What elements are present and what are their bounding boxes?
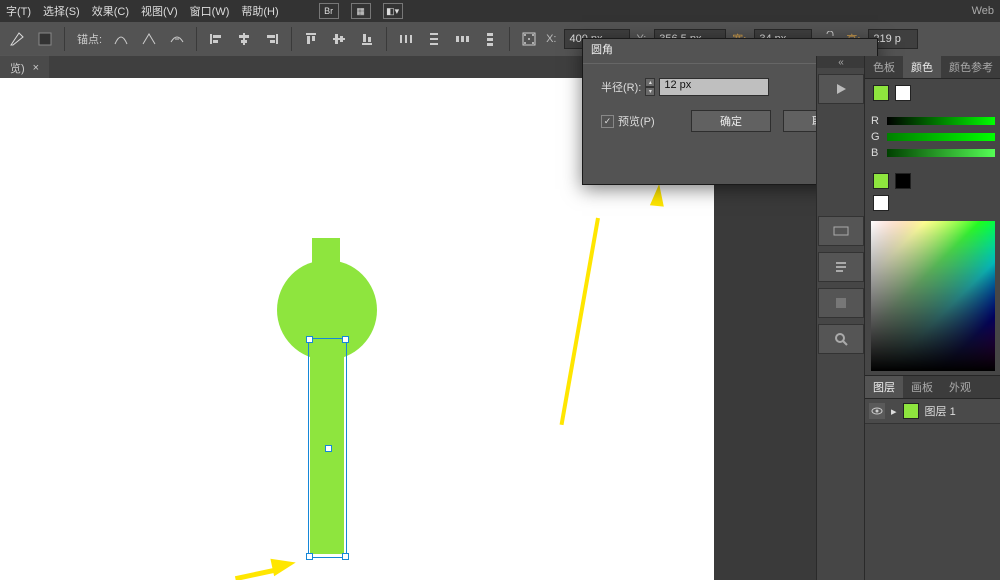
distribute-spacing-v-icon[interactable] xyxy=(479,28,501,50)
layer-row[interactable]: ▸ 图层 1 xyxy=(865,399,1000,424)
tab-title: 览) xyxy=(10,60,25,76)
dock-brush-panel-icon[interactable] xyxy=(818,216,864,246)
distribute-v-icon[interactable] xyxy=(423,28,445,50)
workspace-switcher[interactable]: Web xyxy=(972,5,994,17)
align-hcenter-icon[interactable] xyxy=(233,28,255,50)
x-label: X: xyxy=(546,33,556,45)
selection-bounds[interactable] xyxy=(308,338,347,558)
tab-layers[interactable]: 图层 xyxy=(865,376,903,398)
document-tab[interactable]: 览) × xyxy=(0,55,49,78)
menu-select[interactable]: 选择(S) xyxy=(43,3,80,19)
preview-label: 预览(P) xyxy=(618,113,655,129)
g-label: G xyxy=(871,131,881,143)
bridge-icon[interactable]: Br xyxy=(319,3,339,19)
annotation-arrowhead-long xyxy=(650,183,666,206)
menu-bar: 字(T) 选择(S) 效果(C) 视图(V) 窗口(W) 帮助(H) Br ▦ … xyxy=(0,0,1000,23)
r-slider[interactable] xyxy=(887,117,995,125)
dock-text-panel-icon[interactable] xyxy=(818,252,864,282)
tab-color[interactable]: 颜色 xyxy=(903,56,941,78)
fill-stroke-swatches xyxy=(865,79,1000,107)
radius-input[interactable]: 12 px xyxy=(659,78,769,96)
menu-help[interactable]: 帮助(H) xyxy=(241,3,278,19)
align-vcenter-icon[interactable] xyxy=(328,28,350,50)
align-bottom-icon[interactable] xyxy=(356,28,378,50)
dock-collapsed-column: « xyxy=(816,56,865,580)
separator xyxy=(196,27,197,51)
convert-anchor-icon[interactable] xyxy=(110,28,132,50)
tab-appearance[interactable]: 外观 xyxy=(941,376,979,398)
distribute-h-icon[interactable] xyxy=(395,28,417,50)
ok-button[interactable]: 确定 xyxy=(691,110,771,132)
menu-window[interactable]: 窗口(W) xyxy=(190,3,230,19)
layout-icon[interactable]: ◧▾ xyxy=(383,3,403,19)
dock-search-panel-icon[interactable] xyxy=(818,324,864,354)
layer-expand-icon[interactable]: ▸ xyxy=(891,405,897,418)
separator xyxy=(386,27,387,51)
menu-type[interactable]: 字(T) xyxy=(6,3,31,19)
r-label: R xyxy=(871,115,881,127)
pen-tool-icon[interactable] xyxy=(6,28,28,50)
tab-swatches[interactable]: 色板 xyxy=(865,56,903,78)
swatch-black[interactable] xyxy=(895,173,911,189)
annotation-arrowhead-short xyxy=(270,554,297,577)
fill-swatch[interactable] xyxy=(873,85,889,101)
handle-top-right[interactable] xyxy=(342,336,349,343)
preview-checkbox[interactable]: ✓ xyxy=(601,115,614,128)
dock-paragraph-panel-icon[interactable] xyxy=(818,288,864,318)
annotation-arrow-long xyxy=(560,218,600,426)
b-label: B xyxy=(871,147,881,159)
tab-color-guide[interactable]: 颜色参考 xyxy=(941,56,1000,78)
g-slider[interactable] xyxy=(887,133,995,141)
separator xyxy=(64,27,65,51)
distribute-spacing-h-icon[interactable] xyxy=(451,28,473,50)
layer-name[interactable]: 图层 1 xyxy=(925,403,956,419)
rgb-sliders: R G B xyxy=(865,107,1000,167)
handle-bottom-left[interactable] xyxy=(306,553,313,560)
annotation-arrow-short xyxy=(235,568,275,580)
align-top-icon[interactable] xyxy=(300,28,322,50)
panels-column: 色板 颜色 颜色参考 R G B 图层 画板 外观 ▸ xyxy=(864,56,1000,580)
stroke-swatch[interactable] xyxy=(895,85,911,101)
remove-anchor-icon[interactable] xyxy=(138,28,160,50)
swatch-white[interactable] xyxy=(873,195,889,211)
anchor-label: 锚点: xyxy=(77,31,102,47)
handle-bottom-right[interactable] xyxy=(342,553,349,560)
tab-close-icon[interactable]: × xyxy=(33,62,39,74)
eye-icon[interactable] xyxy=(869,403,885,419)
handle-center[interactable] xyxy=(325,445,332,452)
layers-panel-tabs: 图层 画板 外观 xyxy=(865,375,1000,399)
separator xyxy=(509,27,510,51)
b-slider[interactable] xyxy=(887,149,995,157)
color-panel-tabs: 色板 颜色 颜色参考 xyxy=(865,56,1000,79)
tab-artboards[interactable]: 画板 xyxy=(903,376,941,398)
swatch-green[interactable] xyxy=(873,173,889,189)
color-spectrum[interactable] xyxy=(871,221,995,371)
align-right-icon[interactable] xyxy=(261,28,283,50)
cut-path-icon[interactable] xyxy=(166,28,188,50)
extra-swatches xyxy=(865,167,1000,195)
dock-collapse-icon[interactable]: « xyxy=(817,56,865,68)
dock-play-icon[interactable] xyxy=(818,74,864,104)
transform-ref-icon[interactable] xyxy=(518,28,540,50)
fill-swatch-icon[interactable] xyxy=(34,28,56,50)
arrange-docs-icon[interactable]: ▦ xyxy=(351,3,371,19)
extra-swatches-2 xyxy=(865,195,1000,217)
align-left-icon[interactable] xyxy=(205,28,227,50)
layer-thumbnail xyxy=(903,403,919,419)
menu-view[interactable]: 视图(V) xyxy=(141,3,178,19)
radius-stepper[interactable]: ▴▾ xyxy=(645,78,655,96)
menu-effect[interactable]: 效果(C) xyxy=(92,3,129,19)
radius-label: 半径(R): xyxy=(601,79,641,95)
separator xyxy=(291,27,292,51)
handle-top-left[interactable] xyxy=(306,336,313,343)
app-root: 字(T) 选择(S) 效果(C) 视图(V) 窗口(W) 帮助(H) Br ▦ … xyxy=(0,0,1000,580)
